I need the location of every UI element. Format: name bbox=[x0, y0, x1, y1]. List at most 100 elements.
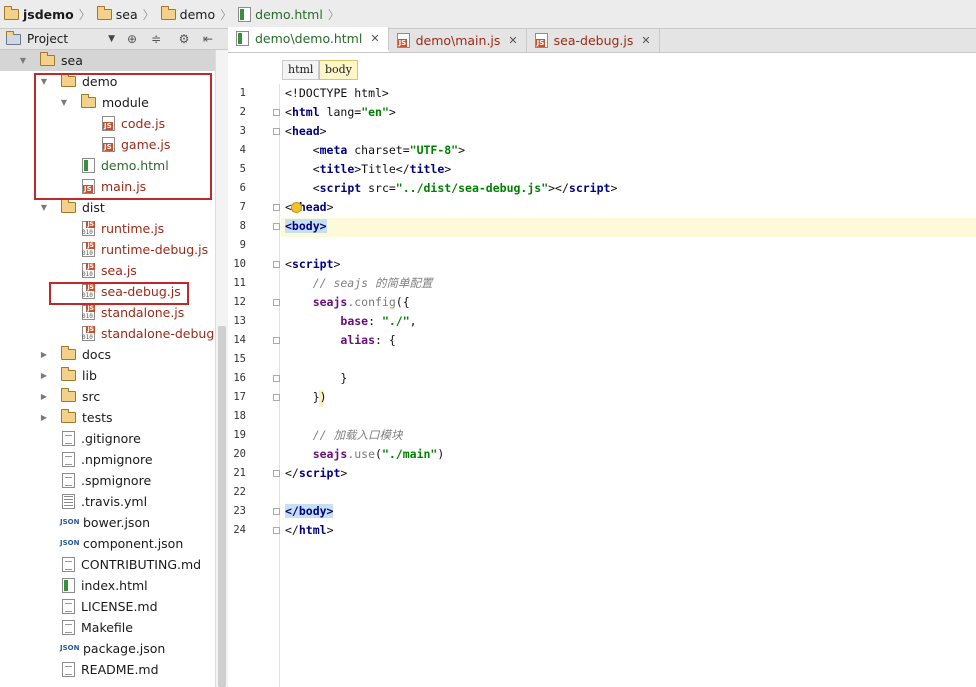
fold-marker-icon[interactable] bbox=[273, 527, 280, 534]
code-line: <html lang="en"> bbox=[285, 103, 396, 122]
fold-marker-icon[interactable] bbox=[273, 508, 280, 515]
fold-marker-icon[interactable] bbox=[273, 204, 280, 211]
tree-item-standalone-debug-js[interactable]: standalone-debug.js bbox=[0, 323, 215, 344]
line-number: 24 bbox=[233, 524, 246, 536]
current-line-highlight bbox=[281, 218, 976, 237]
code-tag: html bbox=[291, 105, 320, 119]
minified-js-file-icon bbox=[82, 305, 95, 320]
code-text: > bbox=[458, 143, 466, 157]
tab-label: demo\main.js bbox=[415, 32, 501, 48]
fold-marker-icon[interactable] bbox=[273, 109, 280, 116]
tag-path-body[interactable]: body bbox=[319, 60, 358, 80]
line-number: 22 bbox=[233, 486, 246, 498]
tree-item-index-html[interactable]: index.html bbox=[0, 575, 215, 596]
fold-marker-icon[interactable] bbox=[273, 261, 280, 268]
collapse-arrow-icon[interactable]: ▶ bbox=[39, 371, 49, 380]
tree-item-npmignore[interactable]: .npmignore bbox=[0, 449, 215, 470]
hide-panel-icon[interactable]: ⇤ bbox=[201, 32, 215, 46]
tree-item-gitignore[interactable]: .gitignore bbox=[0, 428, 215, 449]
text-file-icon bbox=[62, 452, 75, 467]
code-function: .use bbox=[347, 447, 376, 461]
code-area[interactable]: <!DOCTYPE html> <html lang="en"> <head> … bbox=[281, 84, 976, 687]
expand-arrow-icon[interactable]: ▼ bbox=[39, 203, 49, 212]
breadcrumb-jsdemo[interactable]: jsdemo 〉 bbox=[4, 0, 97, 29]
fold-marker-icon[interactable] bbox=[273, 470, 280, 477]
code-text: }) bbox=[285, 390, 327, 404]
tree-item-readme-md[interactable]: README.md bbox=[0, 659, 215, 680]
tree-item-bower-json[interactable]: bower.json bbox=[0, 512, 215, 533]
code-string: "../dist/sea-debug.js" bbox=[395, 181, 549, 195]
tree-item-travis-yml[interactable]: .travis.yml bbox=[0, 491, 215, 512]
line-number: 13 bbox=[233, 315, 246, 327]
project-view-selector[interactable]: Project bbox=[27, 32, 68, 46]
code-tag: html bbox=[298, 523, 327, 537]
line-number: 11 bbox=[233, 277, 246, 289]
code-property: base bbox=[340, 314, 369, 328]
tree-item-label: sea bbox=[61, 53, 83, 68]
code-line: </html> bbox=[285, 521, 334, 540]
tree-item-src[interactable]: ▶ src bbox=[0, 386, 215, 407]
close-icon[interactable]: ✕ bbox=[508, 34, 517, 47]
tree-item-runtime-debug-js[interactable]: runtime-debug.js bbox=[0, 239, 215, 260]
tree-item-sea[interactable]: ▼ sea bbox=[0, 50, 215, 71]
code-tag: </body> bbox=[285, 504, 334, 518]
collapse-all-icon[interactable]: ≑ bbox=[149, 32, 163, 46]
tree-item-sea-js[interactable]: sea.js bbox=[0, 260, 215, 281]
code-line: // 加载入口模块 bbox=[285, 426, 403, 445]
tab-sea-debug-js[interactable]: sea-debug.js ✕ bbox=[527, 28, 660, 52]
tree-item-contributing-md[interactable]: CONTRIBUTING.md bbox=[0, 554, 215, 575]
close-icon[interactable]: ✕ bbox=[370, 32, 379, 45]
breadcrumb-demo-html[interactable]: demo.html 〉 bbox=[238, 0, 346, 29]
tree-item-lib[interactable]: ▶ lib bbox=[0, 365, 215, 386]
breadcrumb-demo[interactable]: demo 〉 bbox=[160, 0, 238, 29]
scroll-from-source-icon[interactable]: ⊕ bbox=[125, 32, 139, 46]
tree-item-label: standalone-debug.js bbox=[101, 326, 215, 341]
fold-marker-icon[interactable] bbox=[273, 128, 280, 135]
lightbulb-icon[interactable] bbox=[291, 202, 302, 213]
fold-marker-icon[interactable] bbox=[273, 299, 280, 306]
code-tag: script bbox=[291, 257, 334, 271]
tree-item-runtime-js[interactable]: runtime.js bbox=[0, 218, 215, 239]
code-line: </body> bbox=[285, 502, 334, 521]
editor-tabs: demo\demo.html ✕ demo\main.js ✕ sea-debu… bbox=[228, 27, 976, 53]
code-line: alias: { bbox=[285, 331, 396, 350]
code-line: // seajs 的简单配置 bbox=[285, 274, 433, 293]
tree-item-standalone-js[interactable]: standalone.js bbox=[0, 302, 215, 323]
tree-item-tests[interactable]: ▶ tests bbox=[0, 407, 215, 428]
fold-marker-icon[interactable] bbox=[273, 223, 280, 230]
collapse-arrow-icon[interactable]: ▶ bbox=[39, 413, 49, 422]
folder-icon bbox=[61, 346, 76, 360]
code-text: : { bbox=[375, 333, 396, 347]
tab-demo-html[interactable]: demo\demo.html ✕ bbox=[228, 27, 389, 52]
tree-item-dist[interactable]: ▼ dist bbox=[0, 197, 215, 218]
code-text: } bbox=[285, 371, 348, 385]
tag-path-html[interactable]: html bbox=[282, 60, 320, 80]
code-comment: // 加载入口模块 bbox=[285, 428, 403, 442]
expand-arrow-icon[interactable]: ▼ bbox=[18, 56, 28, 65]
tree-item-spmignore[interactable]: .spmignore bbox=[0, 470, 215, 491]
tree-item-makefile[interactable]: Makefile bbox=[0, 617, 215, 638]
fold-marker-icon[interactable] bbox=[273, 337, 280, 344]
gear-icon[interactable]: ⚙ bbox=[177, 32, 191, 46]
tree-item-label: sea.js bbox=[101, 263, 137, 278]
code-text: ({ bbox=[395, 295, 410, 309]
highlight-box-sea-debug bbox=[49, 282, 189, 305]
tab-main-js[interactable]: demo\main.js ✕ bbox=[389, 28, 527, 52]
tree-item-license-md[interactable]: LICENSE.md bbox=[0, 596, 215, 617]
fold-marker-icon[interactable] bbox=[273, 375, 280, 382]
tree-item-label: standalone.js bbox=[101, 305, 185, 320]
tree-item-package-json[interactable]: package.json bbox=[0, 638, 215, 659]
tree-scrollbar[interactable] bbox=[215, 50, 228, 687]
fold-marker-icon[interactable] bbox=[273, 394, 280, 401]
scrollbar-thumb[interactable] bbox=[218, 326, 226, 687]
text-file-icon bbox=[62, 620, 75, 635]
collapse-arrow-icon[interactable]: ▶ bbox=[39, 350, 49, 359]
code-text: </ bbox=[285, 466, 299, 480]
chevron-right-icon: 〉 bbox=[142, 7, 155, 22]
collapse-arrow-icon[interactable]: ▶ bbox=[39, 392, 49, 401]
tree-item-docs[interactable]: ▶ docs bbox=[0, 344, 215, 365]
chevron-down-icon[interactable]: ▼ bbox=[108, 34, 115, 44]
close-icon[interactable]: ✕ bbox=[641, 34, 650, 47]
breadcrumb-sea[interactable]: sea 〉 bbox=[96, 0, 161, 29]
tree-item-component-json[interactable]: component.json bbox=[0, 533, 215, 554]
